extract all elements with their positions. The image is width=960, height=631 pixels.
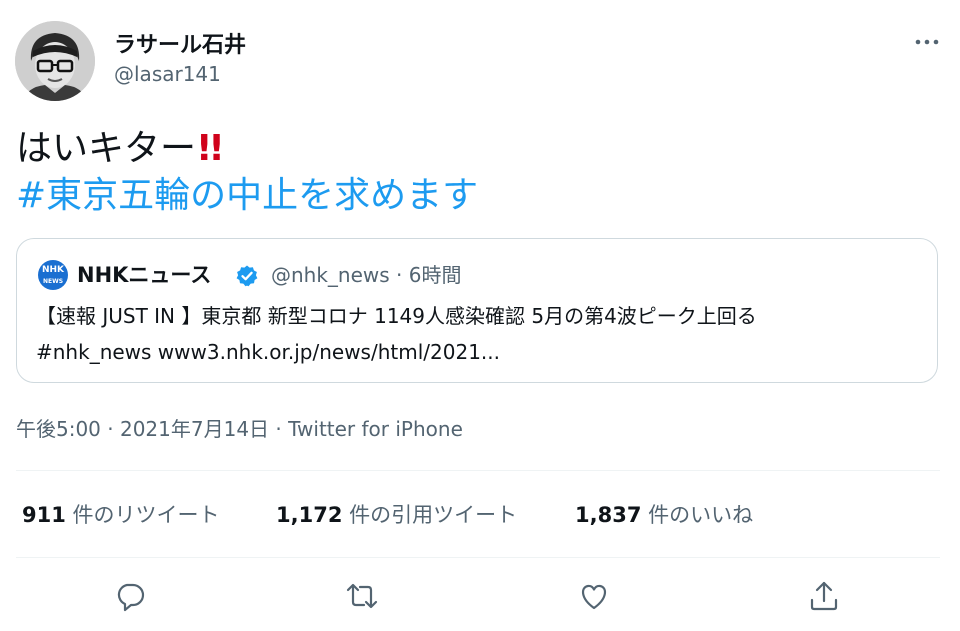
- tweet-text: はいキター!!: [16, 127, 225, 171]
- quoted-tweet-card[interactable]: NHK NEWS NHKニュース @nhk_news · 6時間 【速報 JUS…: [16, 238, 938, 383]
- retweet-icon: [346, 583, 378, 609]
- verified-icon: [235, 264, 259, 288]
- quoted-author-name: NHKニュース: [77, 263, 212, 287]
- retweets-stat[interactable]: 911 件のリツイート: [22, 500, 220, 530]
- like-icon: [582, 584, 606, 610]
- nhk-logo-subtext: NEWS: [42, 278, 64, 285]
- reply-button[interactable]: [112, 578, 148, 614]
- like-button[interactable]: [576, 578, 612, 614]
- divider: [16, 557, 940, 558]
- quotes-stat[interactable]: 1,172 件の引用ツイート: [276, 500, 517, 530]
- author-handle[interactable]: @lasar141: [114, 62, 221, 86]
- double-exclamation-emoji: !!: [196, 128, 225, 169]
- author-display-name[interactable]: ラサール石井: [114, 27, 246, 59]
- hashtag-link[interactable]: #東京五輪の中止を求めます: [16, 174, 478, 218]
- tweet-timestamp[interactable]: 午後5:00 · 2021年7月14日 · Twitter for iPhone: [16, 414, 463, 444]
- quotes-count: 1,172: [276, 503, 343, 527]
- more-options-button[interactable]: [912, 30, 942, 54]
- more-icon: [915, 39, 939, 45]
- likes-stat[interactable]: 1,837 件のいいね: [575, 500, 753, 530]
- avatar[interactable]: [15, 21, 95, 101]
- likes-label: 件のいいね: [641, 503, 754, 527]
- quoted-meta: @nhk_news · 6時間: [271, 263, 462, 287]
- share-icon: [810, 581, 838, 611]
- tweet-text-body: はいキター: [16, 128, 197, 169]
- quotes-label: 件の引用ツイート: [342, 503, 518, 527]
- engagement-stats: 911 件のリツイート 1,172 件の引用ツイート 1,837 件のいいね: [0, 500, 960, 530]
- nhk-logo: NHK NEWS: [38, 260, 68, 290]
- quoted-text-line1: 【速報 JUST IN 】東京都 新型コロナ 1149人感染確認 5月の第4波ピ…: [36, 304, 757, 328]
- likes-count: 1,837: [575, 503, 642, 527]
- retweet-button[interactable]: [344, 578, 380, 614]
- share-button[interactable]: [806, 578, 842, 614]
- quoted-text-line2: #nhk_news www3.nhk.or.jp/news/html/2021.…: [36, 340, 500, 364]
- retweets-label: 件のリツイート: [65, 503, 220, 527]
- divider: [16, 470, 940, 471]
- reply-icon: [117, 583, 145, 612]
- retweets-count: 911: [22, 503, 66, 527]
- nhk-logo-text: NHK: [41, 265, 65, 275]
